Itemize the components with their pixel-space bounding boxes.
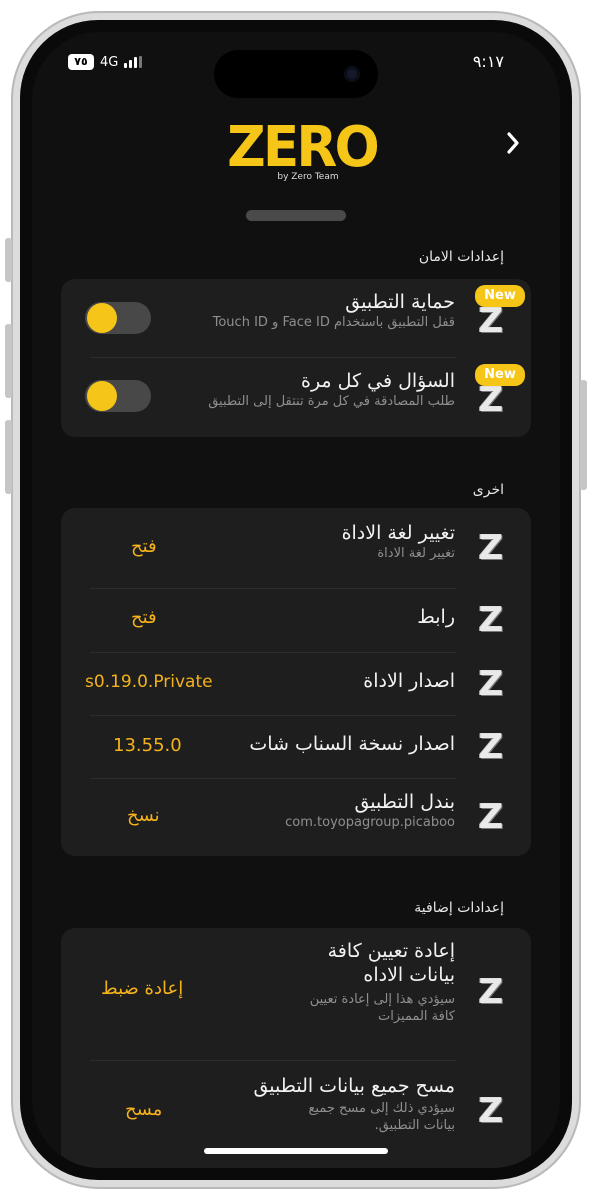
reset-button[interactable]: إعادة ضبط <box>101 978 183 999</box>
tool-version-value: s0.19.0.Private <box>85 672 213 692</box>
row-subtitle: طلب المصادقة في كل مرة تنتقل إلى التطبيق <box>208 394 455 409</box>
app-bundle-row[interactable]: Z بندل التطبيق com.toyopagroup.picaboo ن… <box>61 779 531 856</box>
z-logo-icon: Z <box>478 528 504 568</box>
row-title: رابط <box>417 606 455 628</box>
security-card: Z New حماية التطبيق قفل التطبيق باستخدام… <box>61 279 531 437</box>
toggle-knob <box>87 303 117 333</box>
new-badge: New <box>475 364 525 386</box>
tool-version-row: Z اصدار الاداة s0.19.0.Private <box>61 653 531 716</box>
copy-button[interactable]: نسخ <box>127 805 160 826</box>
new-badge: New <box>475 285 525 307</box>
app-logo: ZERO by Zero Team <box>222 115 382 183</box>
open-link-button[interactable]: فتح <box>131 607 157 628</box>
z-logo-icon: Z <box>478 380 504 420</box>
app-protection-row: Z New حماية التطبيق قفل التطبيق باستخدام… <box>61 279 531 358</box>
row-title: السؤال في كل مرة <box>300 370 455 392</box>
network-type: 4G <box>100 54 119 70</box>
row-subtitle: سيؤدي هذا إلى إعادة تعيين <box>309 992 455 1007</box>
volume-up-button <box>5 324 12 398</box>
toggle-knob <box>87 381 117 411</box>
volume-down-button <box>5 420 12 494</box>
row-title: إعادة تعيين كافة <box>327 940 455 962</box>
home-indicator[interactable] <box>204 1148 388 1154</box>
ask-every-time-row: Z New السؤال في كل مرة طلب المصادقة في ك… <box>61 358 531 437</box>
z-logo-icon: Z <box>478 972 504 1012</box>
z-logo-icon: Z <box>478 797 504 837</box>
row-title: حماية التطبيق <box>345 291 455 313</box>
z-logo-icon: Z <box>478 727 504 767</box>
wipe-button[interactable]: مسح <box>125 1099 162 1120</box>
status-time: ٩:١٧ <box>472 52 504 71</box>
row-title-line2: بيانات الاداه <box>363 964 455 986</box>
status-left: ٧٥ 4G <box>68 54 143 70</box>
open-button[interactable]: فتح <box>131 536 157 557</box>
app-protection-toggle[interactable] <box>85 302 151 334</box>
back-button[interactable] <box>498 126 528 160</box>
snapchat-version-value: 13.55.0 <box>113 735 182 756</box>
row-subtitle-line2: كافة المميزات <box>377 1009 455 1024</box>
snapchat-version-row: Z اصدار نسخة السناب شات 13.55.0 <box>61 716 531 779</box>
row-subtitle: قفل التطبيق باستخدام Face ID و Touch ID <box>212 315 455 330</box>
z-logo-icon: Z <box>478 600 504 640</box>
row-title: اصدار الاداة <box>363 670 455 692</box>
row-subtitle: com.toyopagroup.picaboo <box>285 815 455 830</box>
row-subtitle: تغيير لغة الاداة <box>377 546 455 561</box>
row-subtitle: سيؤدي ذلك إلى مسح جميع <box>308 1101 456 1116</box>
camera-icon <box>344 66 360 82</box>
battery-indicator: ٧٥ <box>68 54 94 70</box>
app-screen: ٧٥ 4G ٩:١٧ ZERO by Zero Team إعدادات الا… <box>32 32 560 1168</box>
dynamic-island <box>214 50 378 98</box>
section-title-other: اخرى <box>472 482 504 498</box>
sheet-grabber[interactable] <box>246 210 346 221</box>
power-button <box>580 380 587 490</box>
signal-icon <box>124 56 143 68</box>
change-language-row[interactable]: Z تغيير لغة الاداة تغيير لغة الاداة فتح <box>61 508 531 588</box>
section-title-additional: إعدادات إضافية <box>414 900 504 916</box>
other-card: Z تغيير لغة الاداة تغيير لغة الاداة فتح … <box>61 508 531 856</box>
row-title: اصدار نسخة السناب شات <box>249 733 455 755</box>
reset-data-row[interactable]: Z إعادة تعيين كافة بيانات الاداه سيؤدي ه… <box>61 928 531 1060</box>
row-subtitle-line2: بيانات التطبيق. <box>374 1118 455 1133</box>
row-title: تغيير لغة الاداة <box>341 522 455 544</box>
additional-card: Z إعادة تعيين كافة بيانات الاداه سيؤدي ه… <box>61 928 531 1168</box>
row-title: مسح جميع بيانات التطبيق <box>253 1075 455 1097</box>
z-logo-icon: Z <box>478 664 504 704</box>
link-row[interactable]: Z رابط فتح <box>61 589 531 652</box>
logo-wordmark: ZERO <box>227 115 380 180</box>
ask-every-time-toggle[interactable] <box>85 380 151 412</box>
section-title-security: إعدادات الامان <box>418 249 504 265</box>
chevron-right-icon <box>507 132 519 154</box>
action-button <box>5 238 12 282</box>
z-logo-icon: Z <box>478 301 504 341</box>
row-title: بندل التطبيق <box>354 791 455 813</box>
z-logo-icon: Z <box>478 1091 504 1131</box>
